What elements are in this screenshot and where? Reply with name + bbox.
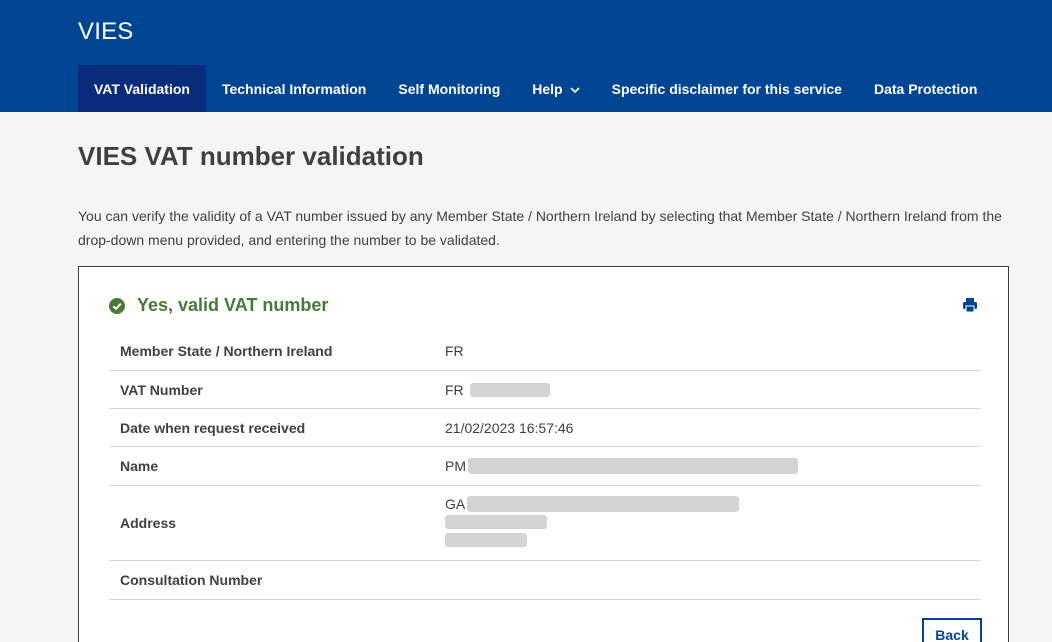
- row-label: Member State / Northern Ireland: [120, 343, 333, 359]
- table-row: Consultation Number: [109, 561, 981, 600]
- address-value: GA: [445, 496, 466, 512]
- nav-item-label: Self Monitoring: [398, 80, 501, 97]
- nav-item-label: Specific disclaimer for this service: [611, 80, 842, 97]
- nav-item-technical-information[interactable]: Technical Information: [206, 65, 382, 112]
- result-status: Yes, valid VAT number: [109, 295, 328, 316]
- back-button[interactable]: Back: [922, 618, 982, 642]
- row-value: FR: [445, 332, 981, 370]
- nav-item-specific-disclaimer[interactable]: Specific disclaimer for this service: [596, 65, 858, 112]
- nav-item-label: Data Protection: [873, 80, 978, 97]
- nav-item-self-monitoring[interactable]: Self Monitoring: [382, 65, 516, 112]
- address-line: GA: [445, 495, 981, 513]
- redacted-block: [445, 533, 527, 547]
- nav-item-label: VAT Validation: [94, 80, 190, 97]
- redacted-block: [468, 458, 798, 474]
- address-line: [445, 531, 981, 549]
- nav-item-data-protection[interactable]: Data Protection: [858, 65, 993, 112]
- site-title[interactable]: VIES: [78, 18, 134, 46]
- result-status-text: Yes, valid VAT number: [137, 295, 329, 315]
- redacted-block: [469, 382, 550, 397]
- row-value: GA: [445, 486, 981, 560]
- nav-item-vat-validation[interactable]: VAT Validation: [78, 65, 206, 112]
- name-value: PM: [445, 458, 466, 474]
- row-label: Name: [120, 458, 159, 474]
- table-row: VAT Number FR: [109, 371, 981, 409]
- row-value: PM: [445, 447, 981, 485]
- row-label: VAT Number: [120, 381, 203, 398]
- table-row: Member State / Northern Ireland FR: [109, 332, 981, 371]
- print-icon[interactable]: [962, 297, 978, 313]
- row-label: Consultation Number: [120, 572, 263, 588]
- vat-number-value: FR: [445, 381, 464, 398]
- row-label: Date when request received: [120, 419, 306, 436]
- row-label: Address: [120, 515, 177, 531]
- main-nav: VAT Validation Technical Information Sel…: [78, 65, 993, 112]
- check-circle-icon: [109, 297, 125, 314]
- nav-item-label: Technical Information: [221, 80, 367, 97]
- address-line: [445, 513, 981, 531]
- nav-item-help[interactable]: Help: [516, 65, 595, 112]
- redacted-block: [445, 515, 547, 529]
- site-header: VIES VAT Validation Technical Informatio…: [0, 0, 1052, 112]
- page-title: VIES VAT number validation: [78, 141, 424, 171]
- chevron-down-icon: [570, 81, 580, 97]
- row-value: [445, 561, 981, 599]
- nav-item-label: Help: [532, 80, 563, 97]
- row-value: 21/02/2023 16:57:46: [445, 409, 981, 446]
- table-row: Address GA: [109, 486, 981, 561]
- member-state-value: FR: [445, 343, 464, 359]
- result-details-table: Member State / Northern Ireland FR VAT N…: [109, 332, 981, 600]
- intro-text: You can verify the validity of a VAT num…: [78, 208, 1002, 248]
- request-date-value: 21/02/2023 16:57:46: [445, 419, 574, 436]
- table-row: Name PM: [109, 447, 981, 486]
- redacted-block: [467, 496, 740, 512]
- table-row: Date when request received 21/02/2023 16…: [109, 409, 981, 447]
- row-value: FR: [445, 371, 981, 408]
- result-panel: Yes, valid VAT number Member State / Nor…: [78, 266, 1009, 642]
